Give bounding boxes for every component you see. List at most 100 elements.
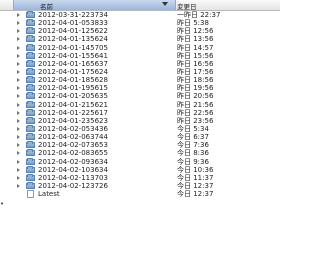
item-date-modified: 今日 12:37 <box>177 190 214 199</box>
list-item[interactable]: 2012-04-02-103634 今日 10:36 <box>0 165 280 174</box>
item-name: 2012-04-01-125622 <box>38 27 108 36</box>
item-name: 2012-04-01-225617 <box>38 108 108 117</box>
file-list: 2012-03-31-223734 一昨日 22:37 2012-04-01-053… <box>0 11 280 199</box>
folder-icon <box>26 11 35 18</box>
item-date-modified: 今日 10:36 <box>177 165 214 174</box>
item-name: 2012-04-02-093634 <box>38 157 108 166</box>
item-date-modified: 昨日 16:56 <box>177 59 214 68</box>
item-name: 2012-03-31-223734 <box>38 11 108 19</box>
list-item[interactable]: 2012-04-01-155641 昨日 15:56 <box>0 51 280 60</box>
list-item[interactable]: 2012-04-01-175624 昨日 17:56 <box>0 67 280 76</box>
disclosure-triangle-icon[interactable] <box>17 21 20 26</box>
item-date-modified: 昨日 21:56 <box>177 100 214 109</box>
folder-icon <box>26 84 35 92</box>
disclosure-triangle-icon[interactable] <box>17 29 20 34</box>
disclosure-triangle-icon[interactable] <box>17 126 20 131</box>
disclosure-triangle-icon[interactable] <box>17 151 20 156</box>
item-name: 2012-04-01-205635 <box>38 92 108 101</box>
disclosure-triangle-icon[interactable] <box>17 45 20 50</box>
alias-file-icon <box>27 190 34 199</box>
folder-icon <box>26 116 35 124</box>
folder-icon <box>26 124 35 132</box>
name-column-label: 名前 <box>40 3 53 11</box>
item-name: 2012-04-02-113703 <box>38 173 108 182</box>
item-name: 2012-04-02-073653 <box>38 141 108 150</box>
disclosure-triangle-icon[interactable] <box>17 69 20 74</box>
item-date-modified: 今日 5:34 <box>177 124 209 133</box>
name-column-header[interactable]: 名前 <box>13 0 176 11</box>
disclosure-triangle-icon[interactable] <box>17 78 20 83</box>
disclosure-triangle-icon[interactable] <box>17 175 20 180</box>
list-item[interactable]: 2012-04-01-195615 昨日 19:56 <box>0 84 280 92</box>
folder-icon <box>26 35 35 43</box>
folder-icon <box>26 100 35 108</box>
list-item[interactable]: 2012-04-01-225617 昨日 22:56 <box>0 108 280 117</box>
disclosure-triangle-icon[interactable] <box>17 135 20 140</box>
date-modified-column-header[interactable]: 変更日 <box>175 0 280 11</box>
list-item[interactable]: 2012-03-31-223734 一昨日 22:37 <box>0 11 280 19</box>
item-name: 2012-04-02-083655 <box>38 149 108 158</box>
finder-list-window: 名前 変更日 2012-03-31-223734 一昨日 22:37 2012-04… <box>0 0 280 271</box>
list-item[interactable]: 2012-04-01-165637 昨日 16:56 <box>0 59 280 68</box>
disclosure-triangle-icon[interactable] <box>17 13 20 17</box>
disclosure-triangle-icon[interactable] <box>17 110 20 115</box>
folder-icon <box>26 67 35 75</box>
folder-icon <box>26 76 35 84</box>
item-date-modified: 今日 8:36 <box>177 149 209 158</box>
folder-icon <box>26 149 35 157</box>
list-item[interactable]: 2012-04-02-083655 今日 8:36 <box>0 149 280 157</box>
item-name: 2012-04-01-155641 <box>38 51 108 60</box>
item-name: 2012-04-01-175624 <box>38 67 108 76</box>
list-item[interactable]: 2012-04-01-053833 昨日 5:38 <box>0 19 280 27</box>
disclosure-triangle-icon[interactable] <box>17 183 20 188</box>
item-date-modified: 今日 12:37 <box>177 181 214 190</box>
disclosure-triangle-icon[interactable] <box>17 61 20 66</box>
item-date-modified: 昨日 18:56 <box>177 76 214 85</box>
list-item[interactable]: 2012-04-01-135624 昨日 13:56 <box>0 35 280 43</box>
disclosure-triangle-icon[interactable] <box>17 94 20 99</box>
list-item[interactable]: 2012-04-01-205635 昨日 20:56 <box>0 92 280 100</box>
list-item[interactable]: 2012-04-01-215621 昨日 21:56 <box>0 100 280 109</box>
list-item[interactable]: 2012-04-02-053436 今日 5:34 <box>0 124 280 133</box>
item-name: 2012-04-01-235623 <box>38 116 108 125</box>
item-date-modified: 昨日 13:56 <box>177 35 214 44</box>
item-name: Latest <box>38 190 60 199</box>
column-header-bar: 名前 変更日 <box>0 0 280 11</box>
list-item[interactable]: Latest 今日 12:37 <box>0 190 280 199</box>
item-name: 2012-04-02-053436 <box>38 124 108 133</box>
item-name: 2012-04-01-215621 <box>38 100 108 109</box>
item-date-modified: 昨日 14:57 <box>177 43 214 52</box>
item-name: 2012-04-02-063744 <box>38 133 108 142</box>
list-item[interactable]: 2012-04-02-073653 今日 7:36 <box>0 141 280 149</box>
disclosure-triangle-icon[interactable] <box>17 102 20 107</box>
list-item[interactable]: 2012-04-02-093634 今日 9:36 <box>0 157 280 166</box>
item-name: 2012-04-01-165637 <box>38 59 108 68</box>
folder-icon <box>26 59 35 67</box>
list-item[interactable]: 2012-04-02-063744 今日 6:37 <box>0 133 280 141</box>
item-name: 2012-04-01-053833 <box>38 19 108 28</box>
disclosure-triangle-icon[interactable] <box>17 53 20 58</box>
folder-icon <box>26 108 35 116</box>
list-item[interactable]: 2012-04-01-185628 昨日 18:56 <box>0 76 280 84</box>
item-date-modified: 昨日 20:56 <box>177 92 214 101</box>
item-name: 2012-04-01-185628 <box>38 76 108 85</box>
sort-descending-icon <box>162 2 168 6</box>
item-date-modified: 今日 9:36 <box>177 157 209 166</box>
folder-icon <box>26 165 35 173</box>
folder-icon <box>26 92 35 100</box>
list-item[interactable]: 2012-04-01-235623 昨日 23:56 <box>0 116 280 125</box>
item-name: 2012-04-01-135624 <box>38 35 108 44</box>
list-item[interactable]: 2012-04-01-145705 昨日 14:57 <box>0 43 280 52</box>
disclosure-triangle-icon[interactable] <box>17 167 20 172</box>
disclosure-triangle-icon[interactable] <box>17 37 20 42</box>
disclosure-triangle-icon[interactable] <box>17 86 20 91</box>
item-date-modified: 昨日 5:38 <box>177 19 209 28</box>
list-item[interactable]: 2012-04-02-123726 今日 12:37 <box>0 181 280 190</box>
list-item[interactable]: 2012-04-01-125622 昨日 12:56 <box>0 27 280 35</box>
disclosure-triangle-icon[interactable] <box>17 143 20 148</box>
disclosure-triangle-icon[interactable] <box>17 159 20 164</box>
item-date-modified: 今日 6:37 <box>177 133 209 142</box>
list-item[interactable]: 2012-04-02-113703 今日 11:37 <box>0 173 280 182</box>
item-name: 2012-04-01-145705 <box>38 43 108 52</box>
disclosure-triangle-icon[interactable] <box>17 118 20 123</box>
